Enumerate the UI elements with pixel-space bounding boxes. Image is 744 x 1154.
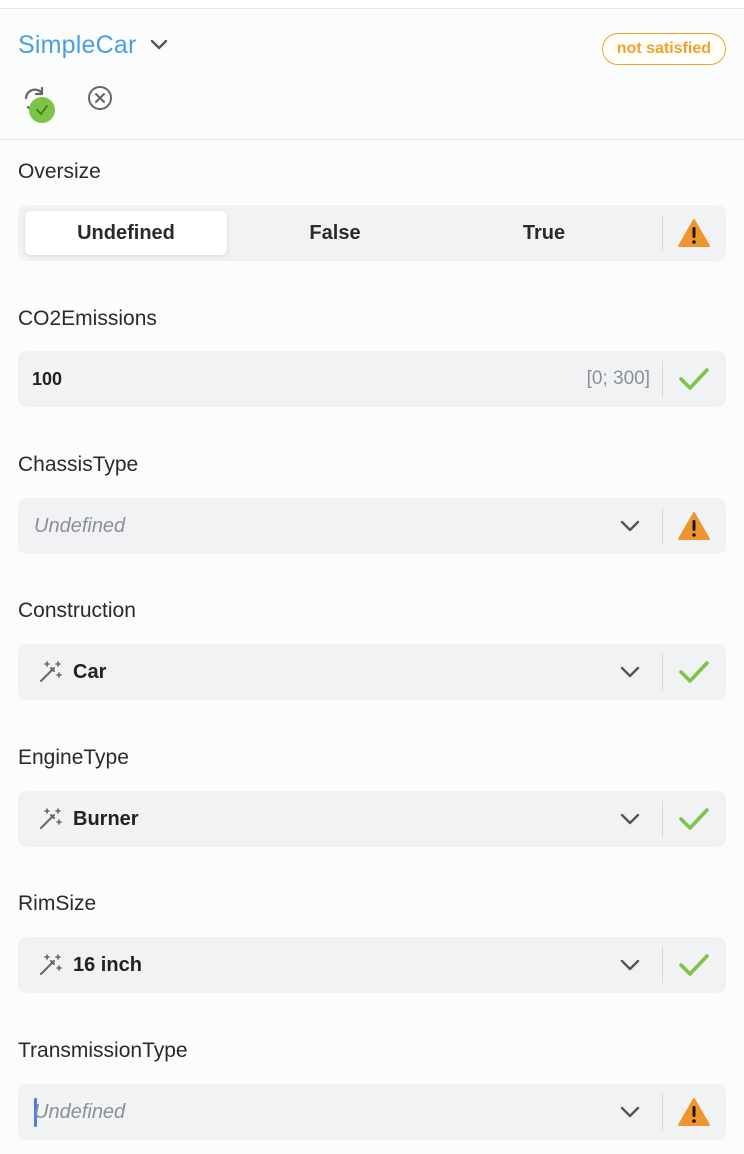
- close-circle-icon: [88, 86, 112, 110]
- check-icon: [676, 801, 712, 837]
- chevron-down-icon[interactable]: [618, 515, 642, 537]
- configuration-header: SimpleCar not satisfied: [0, 9, 744, 140]
- transmissiontype-value: Undefined: [34, 1100, 126, 1123]
- co2emissions-input[interactable]: 100: [32, 351, 62, 407]
- divider: [662, 801, 663, 837]
- oversize-segmented-control: Undefined False True: [18, 205, 726, 261]
- chevron-down-icon[interactable]: [618, 808, 642, 830]
- chevron-down-icon[interactable]: [618, 661, 642, 683]
- divider: [662, 947, 663, 983]
- co2emissions-range: [0; 300]: [586, 368, 650, 389]
- construction-value: Car: [73, 660, 107, 683]
- check-icon: [676, 947, 712, 983]
- divider: [662, 654, 663, 690]
- magic-wand-icon: [40, 661, 62, 682]
- transmissiontype-select[interactable]: Undefined: [18, 1084, 726, 1140]
- construction-select[interactable]: Car: [18, 644, 726, 700]
- divider: [662, 361, 663, 397]
- magic-wand-icon: [40, 808, 62, 829]
- model-selector[interactable]: SimpleCar: [18, 31, 169, 60]
- chassistype-value: Undefined: [34, 514, 126, 537]
- construction-label: Construction: [18, 599, 136, 622]
- chevron-down-icon[interactable]: [618, 1101, 642, 1123]
- oversize-option-false[interactable]: False: [234, 211, 436, 255]
- check-icon: [676, 654, 712, 690]
- oversize-option-true[interactable]: True: [443, 211, 645, 255]
- warning-icon: [676, 508, 712, 544]
- transmissiontype-label: TransmissionType: [18, 1039, 188, 1062]
- oversize-label: Oversize: [18, 160, 101, 183]
- top-strip: [0, 0, 744, 9]
- rimsize-label: RimSize: [18, 892, 97, 915]
- co2emissions-input-row[interactable]: 100 [0; 300]: [18, 351, 726, 407]
- enginetype-select[interactable]: Burner: [18, 791, 726, 847]
- check-circle-icon: [29, 97, 55, 123]
- chevron-down-icon: [149, 37, 169, 56]
- divider: [662, 215, 663, 251]
- magic-wand-icon: [40, 954, 62, 975]
- oversize-option-undefined[interactable]: Undefined: [25, 211, 227, 255]
- co2emissions-label: CO2Emissions: [18, 307, 157, 330]
- rimsize-value: 16 inch: [73, 953, 142, 976]
- chassistype-label: ChassisType: [18, 453, 139, 476]
- clear-button[interactable]: [86, 85, 114, 113]
- divider: [662, 508, 663, 544]
- reload-button[interactable]: [20, 85, 58, 123]
- warning-icon: [676, 215, 712, 251]
- warning-icon: [676, 1094, 712, 1130]
- model-title: SimpleCar: [18, 31, 137, 59]
- chevron-down-icon[interactable]: [618, 954, 642, 976]
- status-badge: not satisfied: [601, 33, 726, 65]
- enginetype-value: Burner: [73, 807, 139, 830]
- enginetype-label: EngineType: [18, 746, 129, 769]
- check-icon: [676, 361, 712, 397]
- chassistype-select[interactable]: Undefined: [18, 498, 726, 554]
- rimsize-select[interactable]: 16 inch: [18, 937, 726, 993]
- divider: [662, 1094, 663, 1130]
